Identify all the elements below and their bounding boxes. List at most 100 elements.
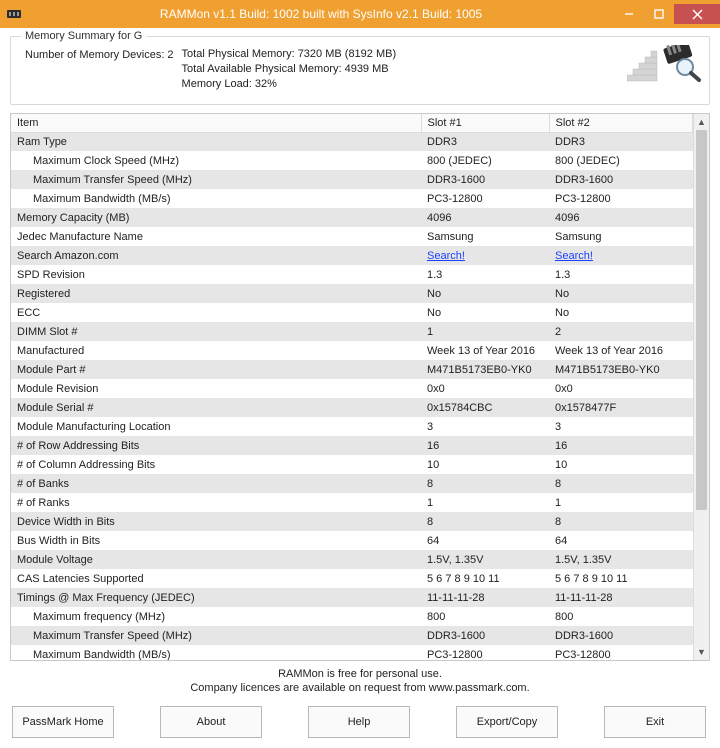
row-label: Bus Width in Bits (11, 531, 421, 550)
table-row: Bus Width in Bits6464 (11, 531, 693, 550)
col-slot1[interactable]: Slot #1 (421, 114, 549, 133)
devices-count: Number of Memory Devices: 2 (25, 47, 174, 92)
row-label: Device Width in Bits (11, 512, 421, 531)
row-label: Manufactured (11, 341, 421, 360)
scroll-down-icon[interactable]: ▼ (694, 644, 709, 660)
row-label: Module Part # (11, 360, 421, 379)
row-slot2: 10 (549, 455, 693, 474)
row-slot2: 1.3 (549, 265, 693, 284)
table-row: Maximum frequency (MHz)800800 (11, 607, 693, 626)
search-link[interactable]: Search! (421, 246, 549, 265)
table-row: # of Row Addressing Bits1616 (11, 436, 693, 455)
about-button[interactable]: About (160, 706, 262, 738)
row-slot2: No (549, 284, 693, 303)
table-row: Module Serial #0x15784CBC0x1578477F (11, 398, 693, 417)
row-label: Module Manufacturing Location (11, 417, 421, 436)
app-icon (0, 0, 28, 28)
col-item[interactable]: Item (11, 114, 421, 133)
table-row: # of Column Addressing Bits1010 (11, 455, 693, 474)
row-slot1: DDR3-1600 (421, 626, 549, 645)
row-label: Module Serial # (11, 398, 421, 417)
row-label: Maximum Transfer Speed (MHz) (11, 626, 421, 645)
staircase-icon (627, 45, 659, 83)
row-label: Maximum Transfer Speed (MHz) (11, 170, 421, 189)
button-row: PassMark Home About Help Export/Copy Exi… (10, 706, 710, 738)
row-slot2: 800 (JEDEC) (549, 151, 693, 170)
row-label: Search Amazon.com (11, 246, 421, 265)
row-slot1: DDR3-1600 (421, 170, 549, 189)
row-slot2: PC3-12800 (549, 645, 693, 660)
row-slot2: Samsung (549, 227, 693, 246)
maximize-button[interactable] (644, 4, 674, 24)
table-row: ECCNoNo (11, 303, 693, 322)
table-row: Ram TypeDDR3DDR3 (11, 132, 693, 151)
row-slot2: 2 (549, 322, 693, 341)
table-scroll[interactable]: Item Slot #1 Slot #2 Ram TypeDDR3DDR3Max… (11, 114, 693, 660)
minimize-button[interactable] (614, 4, 644, 24)
row-label: Memory Capacity (MB) (11, 208, 421, 227)
memory-load: Memory Load: 32% (182, 77, 397, 92)
close-button[interactable] (674, 4, 720, 24)
passmark-home-button[interactable]: PassMark Home (12, 706, 114, 738)
row-label: Module Voltage (11, 550, 421, 569)
table-row: CAS Latencies Supported5 6 7 8 9 10 115 … (11, 569, 693, 588)
table-row: SPD Revision1.31.3 (11, 265, 693, 284)
row-slot1: PC3-12800 (421, 645, 549, 660)
row-slot2: 4096 (549, 208, 693, 227)
row-label: Maximum Clock Speed (MHz) (11, 151, 421, 170)
vertical-scrollbar[interactable]: ▲ ▼ (693, 114, 709, 660)
total-physical: Total Physical Memory: 7320 MB (8192 MB) (182, 47, 397, 62)
row-slot1: 0x0 (421, 379, 549, 398)
row-slot2: 16 (549, 436, 693, 455)
row-slot2: 64 (549, 531, 693, 550)
row-slot1: 8 (421, 512, 549, 531)
row-slot1: 64 (421, 531, 549, 550)
export-copy-button[interactable]: Export/Copy (456, 706, 558, 738)
table-row: Maximum Bandwidth (MB/s)PC3-12800PC3-128… (11, 645, 693, 660)
row-slot2: DDR3-1600 (549, 170, 693, 189)
row-slot1: DDR3 (421, 132, 549, 151)
row-slot1: 10 (421, 455, 549, 474)
table-row: Timings @ Max Frequency (JEDEC) 11-11-11-… (11, 588, 693, 607)
table-row: Module Part #M471B5173EB0-YK0M471B5173EB… (11, 360, 693, 379)
exit-button[interactable]: Exit (604, 706, 706, 738)
table-row: Module Manufacturing Location33 (11, 417, 693, 436)
table-row: Maximum Transfer Speed (MHz)DDR3-1600DDR… (11, 626, 693, 645)
ram-magnifier-icon (661, 45, 701, 83)
row-slot2: Week 13 of Year 2016 (549, 341, 693, 360)
table-row: Memory Capacity (MB)40964096 (11, 208, 693, 227)
window-title: RAMMon v1.1 Build: 1002 built with SysIn… (28, 7, 614, 21)
row-slot1: Week 13 of Year 2016 (421, 341, 549, 360)
scroll-thumb[interactable] (696, 130, 707, 510)
row-slot2: 1 (549, 493, 693, 512)
row-slot1: 1.3 (421, 265, 549, 284)
summary-legend: Memory Summary for G (21, 30, 146, 42)
memory-table-container: Item Slot #1 Slot #2 Ram TypeDDR3DDR3Max… (10, 113, 710, 661)
help-button[interactable]: Help (308, 706, 410, 738)
footer-line1: RAMMon is free for personal use. (10, 667, 710, 682)
footer-text: RAMMon is free for personal use. Company… (10, 661, 710, 707)
scroll-up-icon[interactable]: ▲ (694, 114, 709, 130)
row-label: Registered (11, 284, 421, 303)
row-label: Maximum frequency (MHz) (11, 607, 421, 626)
row-slot2: 800 (549, 607, 693, 626)
row-label: # of Column Addressing Bits (11, 455, 421, 474)
row-slot2: 11-11-11-28 (549, 588, 693, 607)
row-slot2: 8 (549, 512, 693, 531)
total-available: Total Available Physical Memory: 4939 MB (182, 62, 397, 77)
row-slot2: 8 (549, 474, 693, 493)
col-slot2[interactable]: Slot #2 (549, 114, 693, 133)
table-row: ManufacturedWeek 13 of Year 2016Week 13 … (11, 341, 693, 360)
row-slot2: DDR3 (549, 132, 693, 151)
summary-stats: Total Physical Memory: 7320 MB (8192 MB)… (182, 47, 397, 92)
search-link[interactable]: Search! (549, 246, 693, 265)
row-slot2: DDR3-1600 (549, 626, 693, 645)
row-slot1: 1.5V, 1.35V (421, 550, 549, 569)
row-slot1: 5 6 7 8 9 10 11 (421, 569, 549, 588)
row-slot1: 16 (421, 436, 549, 455)
row-label: DIMM Slot # (11, 322, 421, 341)
table-row: Jedec Manufacture NameSamsungSamsung (11, 227, 693, 246)
row-label: # of Ranks (11, 493, 421, 512)
window-body: Memory Summary for G Number of Memory De… (0, 28, 720, 748)
row-label: Timings @ Max Frequency (JEDEC) (11, 588, 421, 607)
